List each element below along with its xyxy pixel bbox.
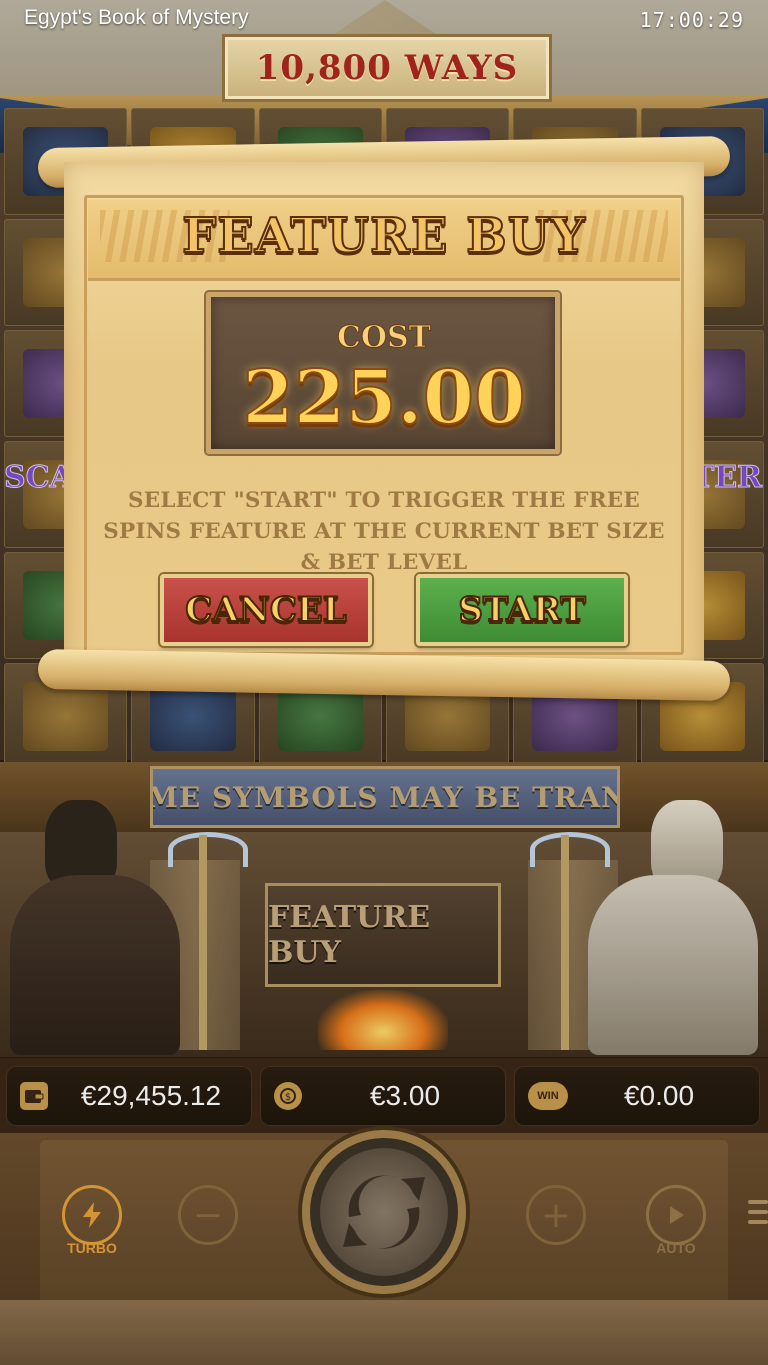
ways-label: 10,800 WAYS bbox=[255, 48, 519, 88]
status-bar: Egypt's Book of Mystery 17:00:29 bbox=[0, 0, 768, 40]
ways-plaque: 10,800 WAYS bbox=[222, 34, 552, 102]
cost-label: COST bbox=[337, 320, 432, 356]
start-button[interactable]: START bbox=[416, 574, 628, 646]
app-title: Egypt's Book of Mystery bbox=[24, 6, 249, 29]
start-button-label: START bbox=[457, 589, 586, 631]
game-screen: SCAT TTER 10,800 WAYS SOME SYMBOLS MAY B… bbox=[0, 0, 768, 1365]
clock: 17:00:29 bbox=[639, 8, 744, 32]
dialog-title: FEATURE BUY bbox=[181, 207, 586, 265]
cost-value: 225.00 bbox=[241, 354, 526, 442]
cancel-button[interactable]: CANCEL bbox=[160, 574, 372, 646]
dialog-description: SELECT "START" TO TRIGGER THE FREE SPINS… bbox=[103, 488, 665, 575]
cancel-button-label: CANCEL bbox=[184, 589, 347, 631]
